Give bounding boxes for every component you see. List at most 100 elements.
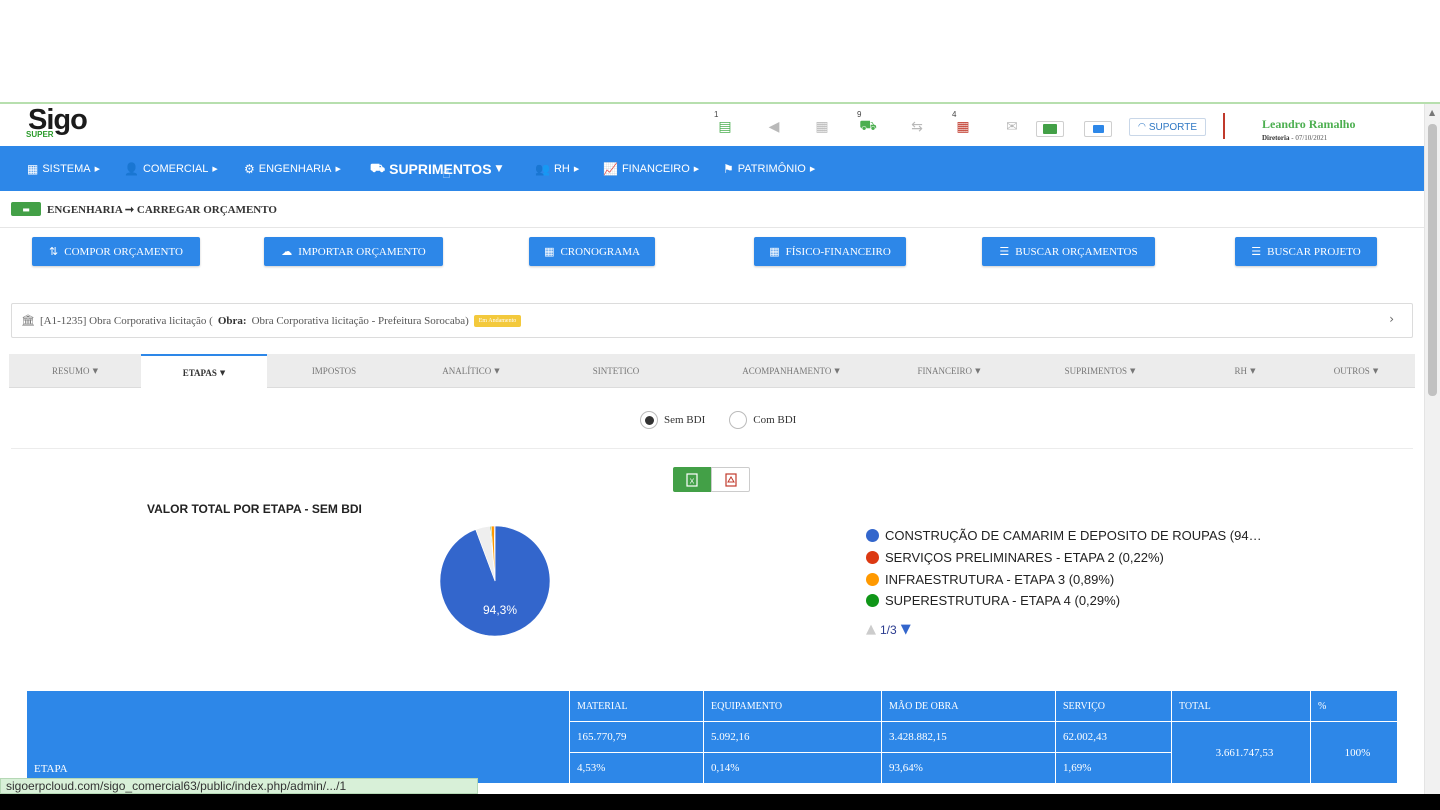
calendar-icon[interactable]: ▦ — [811, 116, 833, 138]
col-etapa: ETAPA — [26, 690, 570, 784]
caret-down-icon: ▼ — [1250, 367, 1256, 375]
caret-down-icon: ▼ — [495, 163, 503, 174]
table-cell: 0,14% — [703, 752, 882, 784]
hand-cursor-icon: ☝ — [442, 166, 451, 182]
pdf-icon — [724, 472, 737, 487]
slice-label: 94,3% — [483, 603, 517, 617]
tab-financeiro[interactable]: FINANCEIRO ▼ — [891, 354, 1007, 388]
legend-item[interactable]: SERVIÇOS PRELIMINARES - ETAPA 2 (0,22%) — [866, 547, 1262, 569]
legend-item[interactable]: SUPERESTRUTURA - ETAPA 4 (0,29%) — [866, 590, 1262, 612]
caret-down-icon: ▼ — [494, 367, 500, 375]
status-badge: Em Andamento — [473, 314, 522, 327]
tab-acompanhamento[interactable]: ACOMPANHAMENTO ▼ — [691, 354, 891, 388]
fisico-financeiro-button[interactable]: ▦ FÍSICO-FINANCEIRO — [754, 237, 906, 266]
table-cell: 62.002,43 — [1055, 721, 1172, 753]
col-servico: SERVIÇO — [1055, 690, 1172, 722]
users-icon: 👥 — [535, 161, 550, 176]
obra-code: [A1-1235] Obra Corporativa licitação ( — [39, 314, 213, 327]
com-bdi-radio[interactable] — [729, 411, 748, 429]
message-button[interactable] — [1036, 121, 1064, 137]
tasks-icon[interactable]: 1 ▤ — [714, 110, 736, 138]
obra-panel[interactable]: 🏛 [A1-1235] Obra Corporativa licitação (… — [11, 303, 1413, 338]
buscar-orcamentos-button[interactable]: ☰ BUSCAR ORÇAMENTOS — [982, 237, 1155, 266]
excel-icon: X — [686, 472, 698, 487]
pager-up-icon[interactable]: ▲ — [866, 622, 876, 637]
pager-text: 1/3 — [880, 622, 897, 637]
caret-right-icon: ▶ — [693, 164, 700, 173]
browser-status-bar: sigoerpcloud.com/sigo_comercial63/public… — [0, 778, 478, 794]
table-icon[interactable]: 4 ▦ — [952, 110, 974, 138]
tab-analitico[interactable]: ANALÍTICO ▼ — [401, 354, 541, 388]
nav-rh[interactable]: 👥 RH ▶ — [535, 146, 579, 191]
caret-right-icon: ▶ — [94, 164, 101, 173]
nav-suprimentos[interactable]: ⛟ SUPRIMENTOS ▼ — [370, 146, 502, 191]
nav-financeiro[interactable]: 📈 FINANCEIRO ▶ — [603, 146, 699, 191]
obra-value: Obra Corporativa licitação - Prefeitura … — [251, 314, 469, 327]
export-pdf-button[interactable] — [711, 467, 750, 492]
buscar-projeto-button[interactable]: ☰ BUSCAR PROJETO — [1235, 237, 1377, 266]
bottom-edge — [0, 794, 1440, 810]
caret-down-icon: ▼ — [92, 367, 98, 375]
legend-item[interactable]: CONSTRUÇÃO DE CAMARIM E DEPOSITO DE ROUP… — [866, 525, 1262, 547]
table-cell: 4,53% — [569, 752, 704, 784]
legend-dot — [866, 551, 879, 565]
truck-icon[interactable]: 9 ⛟ — [857, 110, 879, 138]
bank-icon: 🏛 — [21, 314, 35, 327]
user-name[interactable]: Leandro Ramalho — [1262, 117, 1355, 132]
total-percent-cell: 100% — [1310, 721, 1398, 784]
list-icon: ☰ — [999, 245, 1010, 258]
headset-icon: ◠ — [1137, 122, 1146, 132]
tab-suprimentos[interactable]: SUPRIMENTOS ▼ — [1007, 354, 1193, 388]
table-cell: 5.092,16 — [703, 721, 882, 753]
flag-icon: ⚑ — [723, 161, 734, 176]
tab-impostos[interactable]: IMPOSTOS — [267, 354, 401, 388]
caret-right-icon: ▶ — [809, 164, 816, 173]
pager-down-icon[interactable]: ▼ — [901, 622, 911, 637]
chevron-right-icon[interactable]: › — [1389, 312, 1394, 326]
chart-title: VALOR TOTAL POR ETAPA - SEM BDI — [147, 502, 362, 516]
col-total: TOTAL — [1171, 690, 1311, 722]
cronograma-button[interactable]: ▦ CRONOGRAMA — [529, 237, 655, 266]
logo[interactable]: Sigo SUPER — [26, 104, 88, 142]
tab-resumo[interactable]: RESUMO ▼ — [9, 354, 141, 388]
scroll-thumb[interactable] — [1428, 124, 1437, 396]
divider — [0, 227, 1424, 228]
pie-chart[interactable]: 94,3% — [430, 516, 560, 646]
col-mao-de-obra: MÃO DE OBRA — [881, 690, 1056, 722]
com-bdi-label: Com BDI — [753, 414, 797, 426]
nav-comercial[interactable]: 👤 COMERCIAL ▶ — [124, 146, 218, 191]
nav-engenharia[interactable]: ⚙ ENGENHARIA ▶ — [244, 146, 341, 191]
mail-icon[interactable]: ✉ — [1001, 116, 1023, 138]
nav-sistema[interactable]: ▦ SISTEMA ▶ — [27, 146, 100, 191]
megaphone-icon[interactable]: ◀ — [763, 116, 785, 138]
video-button[interactable] — [1084, 121, 1112, 137]
caret-right-icon: ▶ — [335, 164, 341, 173]
export-excel-button[interactable]: X — [673, 467, 711, 492]
legend-dot — [866, 594, 879, 608]
legend-item[interactable]: INFRAESTRUTURA - ETAPA 3 (0,89%) — [866, 568, 1262, 590]
sem-bdi-radio[interactable] — [640, 411, 658, 429]
tab-etapas[interactable]: ETAPAS ▼ — [141, 354, 267, 389]
divider — [11, 448, 1413, 449]
calendar-icon: ▦ — [769, 245, 780, 258]
tab-sintetico[interactable]: SINTETICO — [541, 354, 691, 388]
tab-outros[interactable]: OUTROS ▼ — [1297, 354, 1415, 388]
support-button[interactable]: ◠ SUPORTE — [1129, 118, 1206, 136]
page-scrollbar[interactable]: ▲ — [1424, 104, 1440, 794]
list-icon: ☰ — [1251, 245, 1262, 258]
importar-orcamento-button[interactable]: ☁ IMPORTAR ORÇAMENTO — [264, 237, 443, 266]
caret-down-icon: ▼ — [975, 367, 981, 375]
nav-patrimonio[interactable]: ⚑ PATRIMÔNIO ▶ — [723, 146, 815, 191]
breadcrumb-text: ENGENHARIA ➞ CARREGAR ORÇAMENTO — [47, 203, 277, 216]
sort-icon: ⇅ — [49, 245, 59, 258]
video-icon — [1092, 125, 1104, 133]
tab-rh[interactable]: RH ▼ — [1193, 354, 1297, 388]
breadcrumb: ▬ ENGENHARIA ➞ CARREGAR ORÇAMENTO — [11, 202, 277, 216]
caret-down-icon: ▼ — [1372, 367, 1379, 375]
user-icon: 👤 — [124, 161, 139, 176]
table-cell: 3.428.882,15 — [881, 721, 1056, 753]
compor-orcamento-button[interactable]: ⇅ COMPOR ORÇAMENTO — [32, 237, 200, 266]
transfer-icon[interactable]: ⇆ — [906, 116, 928, 138]
calendar-icon: ▦ — [544, 245, 555, 258]
scroll-up-icon[interactable]: ▲ — [1429, 108, 1435, 117]
